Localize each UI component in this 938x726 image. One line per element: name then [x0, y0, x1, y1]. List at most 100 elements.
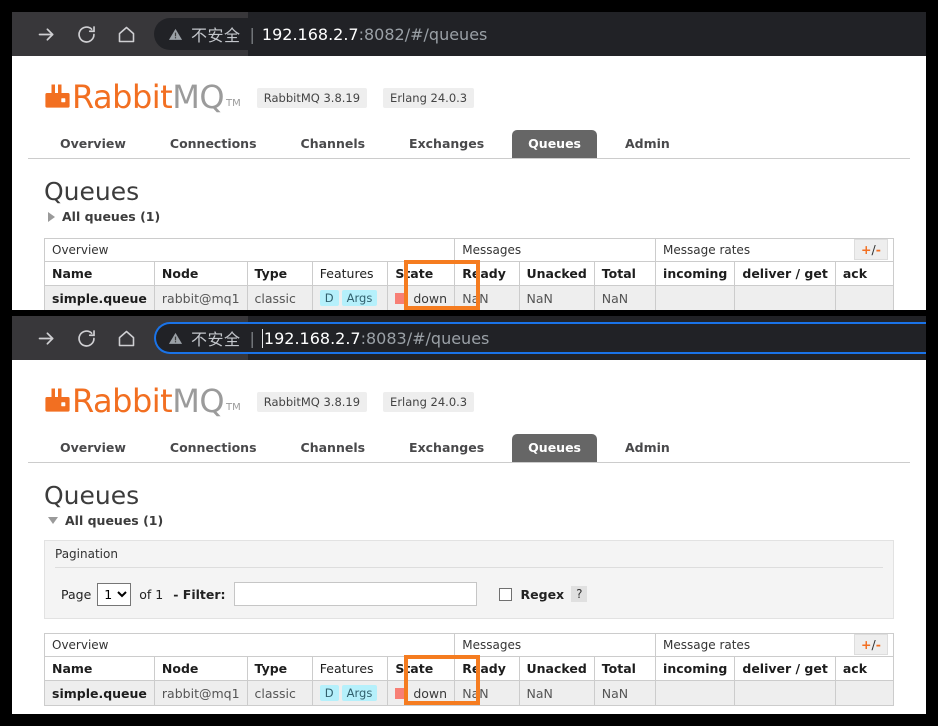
pagination-controls: Page 1 of 1 - Filter: Regex ?	[55, 582, 883, 606]
queues-table-bottom: Overview Messages Message rates Name Nod…	[43, 633, 895, 706]
tab-connections-top[interactable]: Connections	[154, 130, 273, 158]
screenshot-root: 不安全 | 192.168.2.7:8082/#/queues RabbitMQ…	[0, 0, 938, 726]
col-incoming-bottom[interactable]: incoming	[655, 656, 736, 681]
browser-window-bottom: 不安全 | 192.168.2.7:8083/#/queues RabbitMQ…	[12, 316, 926, 714]
table-group-header-row-bottom: Overview Messages Message rates	[43, 633, 894, 657]
page-select[interactable]: 1	[97, 582, 132, 606]
cell-deliver-get-bottom	[734, 680, 836, 706]
regex-checkbox[interactable]	[498, 587, 512, 601]
tab-queues-bottom[interactable]: Queues	[512, 434, 597, 462]
queues-table-wrap-bottom: Overview Messages Message rates Name Nod…	[43, 633, 895, 706]
trademark-symbol: TM	[226, 402, 241, 413]
forward-arrow-icon[interactable]	[26, 322, 66, 354]
address-bar-bottom[interactable]: 不安全 | 192.168.2.7:8083/#/queues	[154, 322, 926, 354]
tab-channels-top[interactable]: Channels	[285, 130, 382, 158]
col-deliver-get-bottom[interactable]: deliver / get	[734, 656, 836, 681]
col-ack-top[interactable]: ack	[834, 261, 895, 286]
main-nav-tabs-top: Overview Connections Channels Exchanges …	[28, 128, 910, 159]
toggle-columns-button-bottom[interactable]: +/-	[854, 634, 888, 655]
cell-total-top: NaN	[593, 285, 657, 310]
col-unacked-top[interactable]: Unacked	[518, 261, 595, 286]
col-node-bottom[interactable]: Node	[153, 656, 248, 681]
col-name-top[interactable]: Name	[44, 261, 155, 286]
reload-icon[interactable]	[66, 18, 106, 50]
tab-channels-bottom[interactable]: Channels	[285, 434, 382, 462]
omnibox-separator-top: |	[249, 24, 255, 44]
erlang-version-pill-top: Erlang 24.0.3	[383, 88, 475, 108]
page-label: Page	[61, 586, 92, 602]
table-row[interactable]: simple.queue rabbit@mq1 classic D Args do…	[44, 285, 895, 310]
page-title-bottom: Queues	[44, 481, 140, 510]
pagination-panel: Pagination Page 1 of 1 - Filter: Regex ?	[44, 540, 894, 619]
browser-nav-buttons-top	[12, 18, 146, 50]
col-node-top[interactable]: Node	[153, 261, 248, 286]
tab-overview-top[interactable]: Overview	[44, 130, 142, 158]
table-row[interactable]: simple.queue rabbit@mq1 classic D Args do…	[44, 680, 895, 706]
table-column-header-row-top: Name Node Type Features State Ready Unac…	[44, 261, 895, 286]
tab-overview-bottom[interactable]: Overview	[44, 434, 142, 462]
col-features-top[interactable]: Features	[311, 261, 389, 286]
all-queues-toggle-bottom[interactable]: All queues (1)	[48, 513, 910, 528]
col-ready-bottom[interactable]: Ready	[454, 656, 520, 681]
all-queues-toggle-top[interactable]: All queues (1)	[48, 209, 910, 224]
group-header-overview-bottom: Overview	[43, 633, 456, 657]
state-label-top: down	[413, 290, 448, 307]
cell-ready-top: NaN	[454, 285, 520, 310]
cell-deliver-get-top	[734, 285, 836, 310]
logo-text-mq: MQ	[172, 78, 224, 116]
filter-input[interactable]	[233, 582, 477, 606]
reload-icon[interactable]	[66, 322, 106, 354]
tab-admin-top[interactable]: Admin	[609, 130, 686, 158]
feature-badge-args: Args	[341, 290, 378, 306]
cell-node-bottom: rabbit@mq1	[153, 680, 248, 706]
state-label-bottom: down	[413, 685, 448, 702]
col-ack-bottom[interactable]: ack	[834, 656, 895, 681]
forward-arrow-icon[interactable]	[26, 18, 66, 50]
state-indicator-icon	[395, 292, 407, 304]
logo-text-mq: MQ	[172, 382, 224, 420]
tab-queues-top[interactable]: Queues	[512, 130, 597, 158]
regex-option[interactable]: Regex ?	[498, 586, 588, 602]
address-bar-top[interactable]: 不安全 | 192.168.2.7:8082/#/queues	[154, 18, 926, 50]
col-total-bottom[interactable]: Total	[593, 656, 657, 681]
tab-exchanges-top[interactable]: Exchanges	[393, 130, 500, 158]
cell-type-bottom: classic	[246, 680, 313, 706]
col-features-bottom[interactable]: Features	[311, 656, 389, 681]
col-type-bottom[interactable]: Type	[246, 656, 313, 681]
cell-queue-name-bottom[interactable]: simple.queue	[44, 680, 155, 706]
browser-nav-buttons-bottom	[12, 322, 146, 354]
toggle-columns-button-top[interactable]: +/-	[854, 239, 888, 260]
erlang-version-pill-bottom: Erlang 24.0.3	[383, 392, 475, 412]
col-ready-top[interactable]: Ready	[454, 261, 520, 286]
cell-features-bottom: D Args	[311, 680, 389, 706]
home-icon[interactable]	[106, 322, 146, 354]
rabbitmq-version-pill-bottom: RabbitMQ 3.8.19	[256, 392, 368, 412]
col-state-bottom[interactable]: State	[387, 656, 456, 681]
tab-admin-bottom[interactable]: Admin	[609, 434, 686, 462]
url-host-top: 192.168.2.7	[261, 24, 359, 44]
col-name-bottom[interactable]: Name	[44, 656, 155, 681]
tab-exchanges-bottom[interactable]: Exchanges	[393, 434, 500, 462]
trademark-symbol: TM	[226, 98, 241, 109]
tab-connections-bottom[interactable]: Connections	[154, 434, 273, 462]
regex-help-icon[interactable]: ?	[571, 586, 588, 602]
cell-queue-name-top[interactable]: simple.queue	[44, 285, 155, 310]
col-unacked-bottom[interactable]: Unacked	[518, 656, 595, 681]
col-total-top[interactable]: Total	[593, 261, 657, 286]
cell-total-bottom: NaN	[593, 680, 657, 706]
logo-text-rabbit: Rabbit	[72, 382, 173, 420]
col-deliver-get-top[interactable]: deliver / get	[734, 261, 836, 286]
security-label-top: 不安全	[191, 26, 241, 45]
rabbitmq-logo: RabbitMQ TM	[44, 81, 241, 113]
home-icon[interactable]	[106, 18, 146, 50]
group-header-overview-top: Overview	[43, 238, 456, 262]
col-type-top[interactable]: Type	[246, 261, 313, 286]
queues-table-wrap-top: Overview Messages Message rates Name Nod…	[43, 238, 895, 310]
feature-badge-args: Args	[341, 685, 378, 701]
url-host-bottom: 192.168.2.7	[263, 328, 361, 348]
col-state-top[interactable]: State	[387, 261, 456, 286]
cell-incoming-bottom	[655, 680, 736, 706]
col-incoming-top[interactable]: incoming	[655, 261, 736, 286]
group-header-messages-top: Messages	[454, 238, 657, 262]
omnibox-separator-bottom: |	[249, 328, 255, 348]
